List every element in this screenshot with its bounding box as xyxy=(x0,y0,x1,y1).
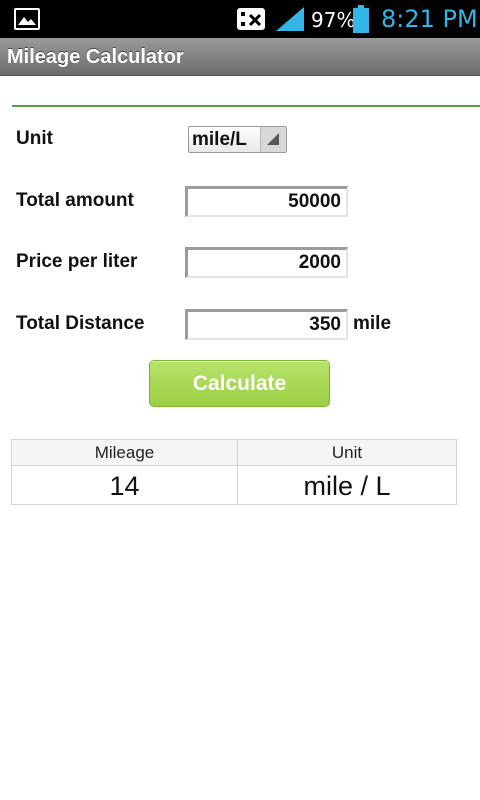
gallery-icon xyxy=(14,8,40,30)
unit-header: Unit xyxy=(238,440,456,466)
total-distance-value: 350 xyxy=(309,314,341,335)
app-title: Mileage Calculator xyxy=(7,46,184,68)
calculate-button-label: Calculate xyxy=(192,372,287,395)
dropdown-arrow-icon[interactable] xyxy=(260,127,286,152)
total-amount-field[interactable]: 50000 xyxy=(185,186,348,217)
mileage-value: 14 xyxy=(109,471,140,501)
price-per-liter-field[interactable]: 2000 xyxy=(185,247,348,278)
status-bar: 97% 8:21 PM xyxy=(0,0,480,38)
divider xyxy=(12,105,480,107)
signal-icon xyxy=(274,6,306,32)
price-per-liter-value: 2000 xyxy=(298,252,341,273)
unit-label: Unit xyxy=(16,128,53,149)
total-amount-label: Total amount xyxy=(16,190,134,211)
battery-percent: 97% xyxy=(311,8,356,32)
media-blocked-icon xyxy=(236,6,268,32)
mileage-header: Mileage xyxy=(12,440,237,466)
calculate-button[interactable]: Calculate xyxy=(149,360,330,407)
app-title-bar: Mileage Calculator xyxy=(0,38,480,76)
total-amount-value: 50000 xyxy=(288,191,341,212)
unit-value: mile / L xyxy=(303,471,391,501)
total-distance-label: Total Distance xyxy=(16,313,145,334)
battery-icon xyxy=(352,5,370,34)
unit-spinner[interactable]: mile/L xyxy=(188,126,287,153)
total-distance-field[interactable]: 350 xyxy=(185,309,348,340)
clock: 8:21 PM xyxy=(381,5,478,33)
unit-spinner-value: mile/L xyxy=(192,129,247,150)
distance-unit-label: mile xyxy=(353,313,392,334)
price-per-liter-label: Price per liter xyxy=(16,251,138,272)
result-table: Mileage Unit 14 mile / L xyxy=(11,439,457,505)
